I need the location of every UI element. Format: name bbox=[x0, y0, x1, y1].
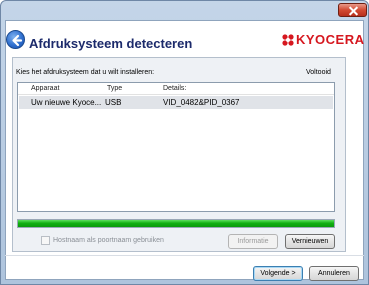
kyocera-logo-icon bbox=[281, 33, 295, 47]
refresh-button[interactable]: Vernieuwen bbox=[285, 234, 335, 249]
info-button[interactable]: Informatie bbox=[228, 234, 278, 249]
list-header: Apparaat Type Details: bbox=[18, 83, 334, 95]
back-arrow-icon[interactable] bbox=[6, 30, 25, 49]
progress-fill bbox=[18, 220, 334, 227]
footer-divider bbox=[5, 255, 364, 256]
kyocera-logo: KYOCERA bbox=[281, 32, 365, 47]
hostname-checkbox-label: Hostnaam als poortnaam gebruiken bbox=[53, 237, 164, 244]
column-header-details[interactable]: Details: bbox=[163, 85, 186, 92]
cell-type: USB bbox=[105, 98, 122, 107]
device-list[interactable]: Apparaat Type Details: Uw nieuwe Kyoce..… bbox=[17, 82, 335, 212]
page-title: Afdruksysteem detecteren bbox=[29, 36, 193, 51]
brand-name: KYOCERA bbox=[296, 32, 365, 47]
cancel-button[interactable]: Annuleren bbox=[309, 266, 359, 281]
progress-bar bbox=[17, 219, 335, 228]
column-header-apparaat[interactable]: Apparaat bbox=[31, 85, 59, 92]
close-icon[interactable] bbox=[338, 3, 367, 17]
table-row[interactable]: Uw nieuwe Kyoce... USB VID_0482&PID_0367 bbox=[19, 96, 333, 109]
status-label: Voltooid bbox=[306, 69, 331, 76]
next-button[interactable]: Volgende > bbox=[253, 266, 303, 281]
hostname-checkbox[interactable] bbox=[41, 236, 50, 245]
column-header-type[interactable]: Type bbox=[107, 85, 122, 92]
instruction-label: Kies het afdruksysteem dat u wilt instal… bbox=[16, 69, 155, 76]
cell-apparaat: Uw nieuwe Kyoce... bbox=[31, 98, 102, 107]
cell-details: VID_0482&PID_0367 bbox=[163, 98, 240, 107]
